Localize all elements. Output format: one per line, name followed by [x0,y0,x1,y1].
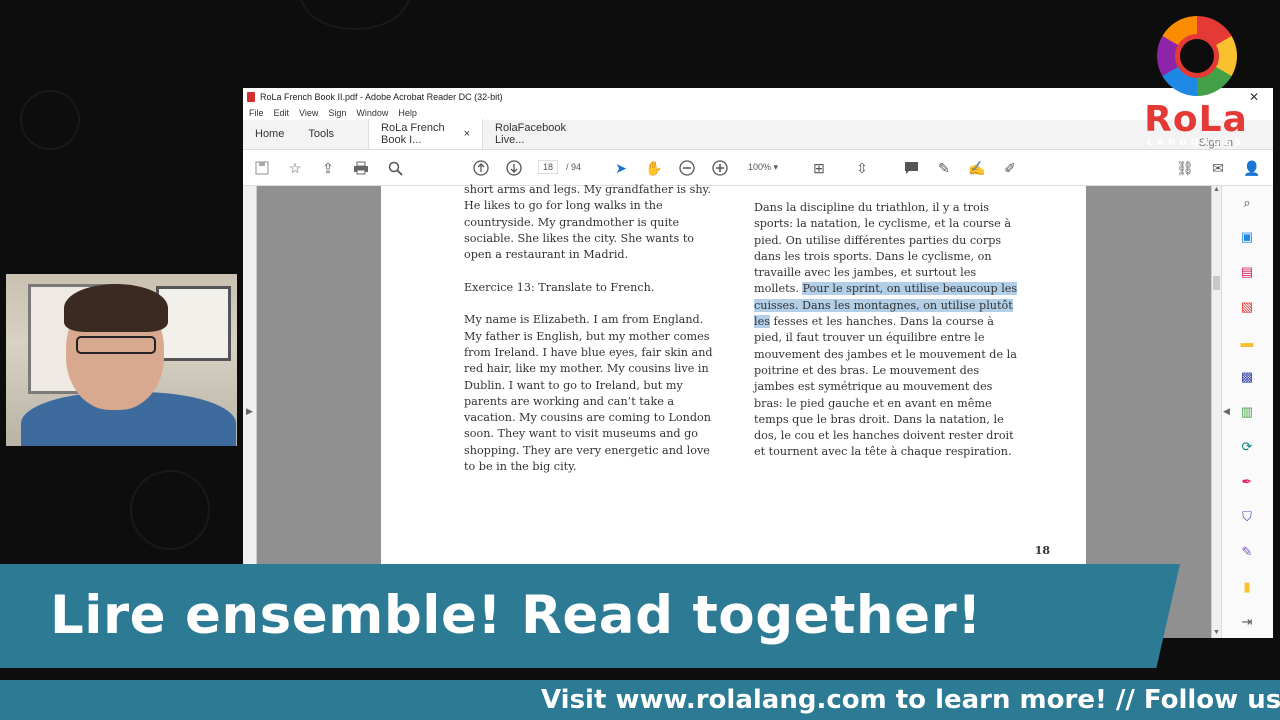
organize-icon[interactable]: ▤ [1238,263,1256,281]
menu-bar: File Edit View Sign Window Help [243,105,1273,120]
tab-tools[interactable]: Tools [296,119,346,149]
paragraph: short arms and legs. My grandfather is s… [464,183,711,262]
scroll-up-icon[interactable]: ▲ [1213,186,1220,193]
highlight-icon[interactable]: ✎ [935,159,953,177]
background-doodle [300,0,410,30]
page-total: / 94 [566,162,582,172]
page-indicator: 18 / 94 [538,160,581,174]
tools-pane: ◀ ⌕ ▣ ▤ ▧ ▬ ▩ ▥ ⟳ ✒ ⛉ ✎ ▮ ⇥ [1221,186,1273,638]
zoom-select[interactable]: 100% ▾ [748,162,778,173]
logo-globe-center [1175,34,1219,78]
menu-view[interactable]: View [299,108,318,118]
mail-icon[interactable]: ✉ [1209,159,1227,177]
tab-bar: Home Tools RoLa French Book I... × RolaF… [243,119,1273,150]
page-number: 18 [1034,544,1050,557]
ticker-banner: Visit www.rolalang.com to learn more! //… [0,680,1280,720]
fit-page-icon[interactable]: ⊞ [810,159,828,177]
pdf-app-icon [247,91,255,102]
menu-file[interactable]: File [249,108,264,118]
background-doodle [130,470,210,550]
right-column: Dans la discipline du triathlon, il y a … [754,200,1019,477]
tab-close-icon[interactable]: × [464,128,470,140]
scroll-icon[interactable]: ⇳ [853,159,871,177]
menu-sign[interactable]: Sign [328,108,346,118]
background-doodle [20,90,80,150]
send-icon[interactable]: ▩ [1238,368,1256,386]
toolbar: ☆ ⇪ 18 / 94 ➤ ✋ 100% ▾ ⊞ ⇳ ✎ ✍ ✐ ⛓ ✉ 👤 [243,150,1273,186]
select-cursor-icon[interactable]: ➤ [612,159,630,177]
zoom-value: 100% [748,162,772,172]
zoom-in-icon[interactable] [711,159,729,177]
comment-icon[interactable] [902,159,920,177]
link-icon[interactable]: ⛓ [1176,159,1194,177]
compress-icon[interactable]: ▥ [1238,403,1256,421]
upload-icon[interactable]: ⇪ [319,159,337,177]
expand-panel-icon[interactable]: ⇥ [1238,613,1256,631]
logo-subtitle: LANGUAGES [1147,138,1245,148]
fill-sign-icon[interactable]: ✒ [1238,473,1256,491]
prev-page-icon[interactable] [472,159,490,177]
rola-logo: RoLa LANGUAGES [1140,14,1252,152]
logo-wordmark: RoLa [1144,99,1248,140]
edit-icon[interactable]: ✐ [1001,159,1019,177]
page-number-input[interactable]: 18 [538,160,559,174]
window-title: RoLa French Book II.pdf - Adobe Acrobat … [260,91,503,102]
convert-icon[interactable]: ⟳ [1238,438,1256,456]
collapse-arrow-icon[interactable]: ◀ [1223,406,1230,417]
banner-title: Lire ensemble! Read together! [50,585,982,646]
text-run: fesses et les hanches. Dans la course à … [754,315,1017,459]
vertical-scrollbar[interactable]: ▲ ▼ [1211,186,1221,638]
sign-icon[interactable]: ✍ [968,159,986,177]
tab-document-active[interactable]: RoLa French Book I... × [368,119,484,149]
paragraph: My name is Elizabeth. I am from England.… [464,313,713,474]
more-tools-icon[interactable]: ▮ [1238,578,1256,596]
presenter-hair [64,284,168,332]
comment-icon[interactable]: ▬ [1238,333,1256,351]
create-pdf-icon[interactable]: ▧ [1238,298,1256,316]
share-user-icon[interactable]: 👤 [1243,159,1261,177]
protect-icon[interactable]: ⛉ [1238,508,1256,526]
menu-help[interactable]: Help [398,108,417,118]
tab-document-2[interactable]: RolaFacebook Live... [483,119,603,149]
tab-home[interactable]: Home [243,119,296,149]
export-pdf-icon[interactable]: ▣ [1238,228,1256,246]
scroll-thumb[interactable] [1213,276,1220,290]
next-page-icon[interactable] [505,159,523,177]
tab-document-label: RoLa French Book I... [381,122,445,146]
menu-edit[interactable]: Edit [274,108,290,118]
expand-arrow-icon[interactable]: ▶ [246,406,253,417]
webcam-feed [6,274,237,446]
save-icon[interactable] [253,159,271,177]
hand-icon[interactable]: ✋ [645,159,663,177]
left-column: short arms and legs. My grandfather is s… [464,182,719,492]
star-icon[interactable]: ☆ [286,159,304,177]
zoom-out-icon[interactable] [678,159,696,177]
exercise-heading: Exercice 13: Translate to French. [464,280,655,294]
zoom-icon[interactable]: ⌕ [1238,194,1256,212]
edit-icon[interactable]: ✎ [1238,543,1256,561]
menu-window[interactable]: Window [356,108,388,118]
scroll-down-icon[interactable]: ▼ [1213,629,1220,636]
ticker-text: Visit www.rolalang.com to learn more! //… [541,685,1280,715]
title-bar: RoLa French Book II.pdf - Adobe Acrobat … [243,88,1273,105]
print-icon[interactable] [352,159,370,177]
acrobat-window: RoLa French Book II.pdf - Adobe Acrobat … [243,88,1273,638]
presenter-glasses [76,336,156,354]
paragraph: Dans la discipline du triathlon, il y a … [754,200,1019,461]
search-icon[interactable] [386,159,404,177]
